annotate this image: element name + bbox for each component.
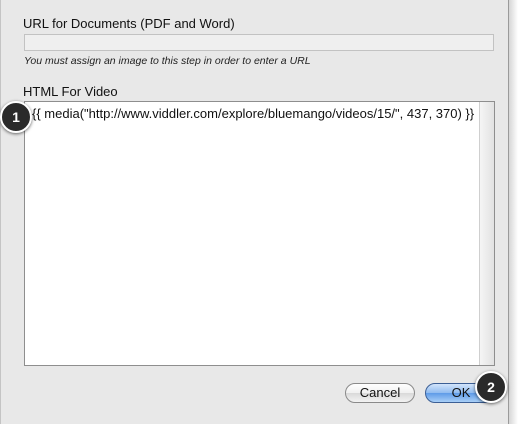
url-hint: You must assign an image to this step in… (24, 55, 311, 67)
video-html-textarea[interactable]: {{ media("http://www.viddler.com/explore… (24, 101, 495, 366)
step-marker-2: 2 (475, 371, 507, 403)
textarea-scrollbar[interactable] (479, 102, 494, 365)
url-label: URL for Documents (PDF and Word) (23, 16, 235, 31)
cancel-button[interactable]: Cancel (345, 383, 415, 403)
step-marker-1: 1 (0, 101, 32, 133)
video-html-text: {{ media("http://www.viddler.com/explore… (32, 106, 475, 121)
video-label: HTML For Video (23, 84, 118, 99)
url-input[interactable] (24, 34, 494, 51)
dialog: URL for Documents (PDF and Word) You mus… (0, 0, 509, 424)
dialog-edge (509, 0, 518, 424)
